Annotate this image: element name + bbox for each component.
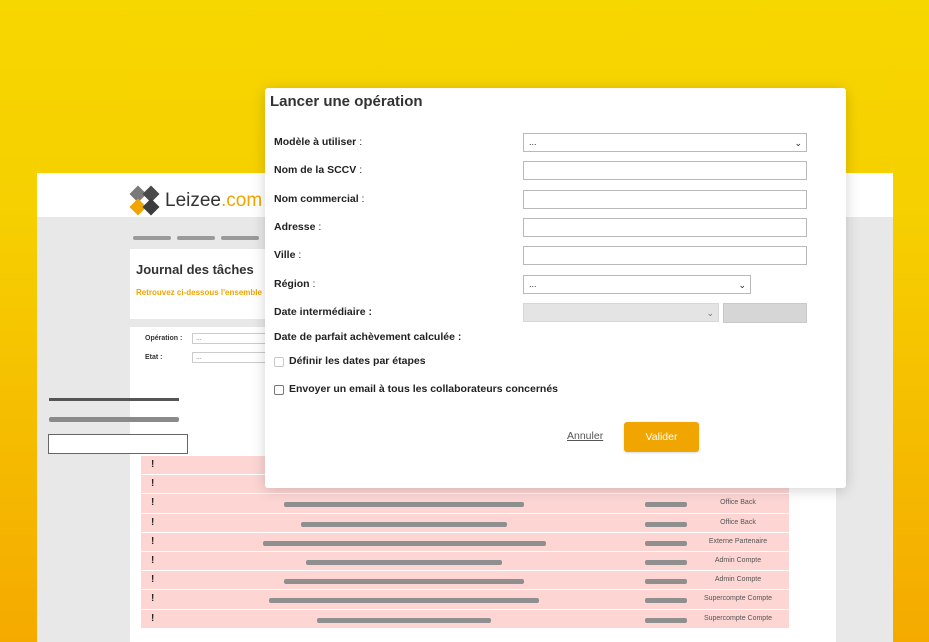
table-row[interactable]: ! Admin Compte [141,571,789,591]
alert-icon: ! [151,459,155,470]
text-placeholder [645,502,687,508]
alert-icon: ! [151,516,155,528]
row-role: Supercompte Compte [703,595,773,603]
label-ville: Ville : [274,249,302,261]
text-placeholder [263,540,546,546]
filter-label-operation: Opération : [145,335,183,342]
chevron-down-icon: ⌄ [706,308,714,318]
alert-icon: ! [151,535,155,547]
date-intermediaire-input[interactable] [723,303,807,323]
table-row[interactable]: ! Supercompte Compte [141,590,789,610]
row-role: Admin Compte [714,576,762,584]
filter-input-operation[interactable]: ... [192,333,272,344]
text-placeholder [317,617,491,623]
input-ville[interactable] [523,246,807,265]
input-nom-sccv[interactable] [523,161,807,180]
label-date-achevement: Date de parfait achèvement calculée : [274,331,462,343]
leizee-logo-icon [129,185,160,216]
cancel-link[interactable]: Annuler [567,430,603,442]
label-nom-commercial: Nom commercial : [274,193,365,205]
label-date-intermediaire: Date intermédiaire : [274,306,373,318]
row-role: Admin Compte [714,556,762,564]
label-adresse: Adresse : [274,221,322,233]
table-row[interactable]: ! Admin Compte [141,551,789,572]
dialog-title: Lancer une opération [270,93,423,110]
row-role: Supercompte Compte [703,614,773,622]
table-row[interactable]: ! Office Back [141,494,789,514]
table-search-input[interactable] [48,434,188,454]
journal-subtitle: Retrouvez ci-dessous l'ensemble [136,288,262,297]
label-dates-par-etapes: Définir les dates par étapes [289,355,426,367]
text-placeholder [645,617,687,623]
checkbox-envoyer-email[interactable] [274,385,284,395]
text-placeholder [306,559,502,565]
text-placeholder [269,598,539,604]
select-modele-value: ... [529,137,537,147]
select-region-value: ... [529,279,537,289]
text-placeholder [645,540,687,546]
filter-label-etat: Etat : [145,354,163,361]
select-region[interactable]: ... ⌄ [523,275,751,294]
select-modele[interactable]: ... ⌄ [523,133,807,152]
row-role: Office Back [720,518,756,526]
launch-operation-dialog: Lancer une opération Modèle à utiliser :… [265,88,846,488]
nav-pill[interactable] [221,236,259,240]
table-row[interactable]: ! Supercompte Compte [141,609,789,629]
checkbox-dates-par-etapes[interactable] [274,357,284,367]
filter-input-etat[interactable]: ... [192,352,272,363]
alert-icon: ! [151,497,155,509]
logo-text: Leizee.com [165,190,263,211]
table-row[interactable]: ! Office Back [141,513,789,533]
alert-icon: ! [151,612,155,624]
text-placeholder [284,502,524,508]
leizee-logo[interactable]: Leizee.com [129,185,263,216]
row-role: Externe Partenaire [708,537,768,545]
nav-pill[interactable] [133,236,171,240]
text-placeholder [645,579,687,585]
input-adresse[interactable] [523,218,807,237]
chevron-down-icon: ⌄ [738,280,746,290]
label-nom-sccv: Nom de la SCCV : [274,164,363,176]
section-placeholder [49,417,179,422]
label-region: Région : [274,278,316,290]
text-placeholder [645,521,687,527]
label-envoyer-email: Envoyer un email à tous les collaborateu… [289,383,559,395]
text-placeholder [645,559,687,565]
text-placeholder [301,521,507,527]
text-placeholder [645,598,687,604]
journal-title: Journal des tâches [136,262,254,277]
alert-icon: ! [151,478,155,490]
nav-pill[interactable] [177,236,215,240]
input-nom-commercial[interactable] [523,190,807,209]
chevron-down-icon: ⌄ [794,138,802,148]
submit-button[interactable]: Valider [624,422,699,452]
row-role: Office Back [720,499,756,507]
label-modele: Modèle à utiliser : [274,136,363,148]
text-placeholder [284,579,524,585]
table-row[interactable]: ! Externe Partenaire [141,532,789,552]
alert-icon: ! [151,574,155,586]
section-rule [49,398,179,401]
select-date-intermediaire[interactable]: ⌄ [523,303,719,322]
alert-icon: ! [151,554,155,566]
alert-icon: ! [151,593,155,605]
